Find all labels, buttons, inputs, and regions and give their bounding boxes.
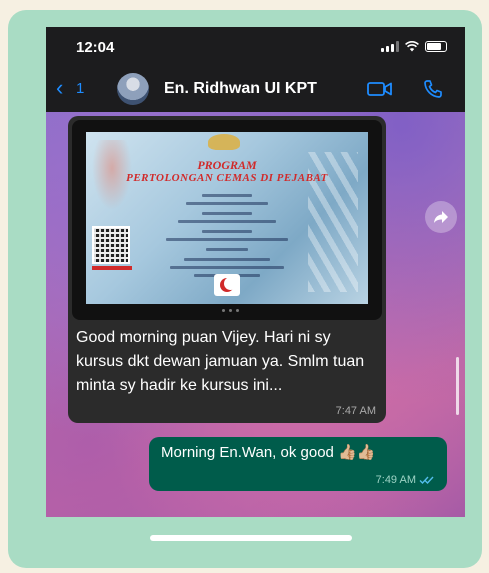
outgoing-message-meta: 7:49 AM [376, 474, 435, 486]
chat-screen: 12:04 ‹ 1 En. Ridhwan UI KPT PROGRAM PER… [46, 27, 465, 517]
video-call-icon[interactable] [367, 81, 393, 97]
home-indicator[interactable] [150, 535, 352, 541]
image-attachment[interactable]: PROGRAM PERTOLONGAN CEMAS DI PEJABAT [72, 120, 382, 320]
status-bar: 12:04 [46, 27, 465, 67]
poster-image: PROGRAM PERTOLONGAN CEMAS DI PEJABAT [86, 132, 368, 304]
double-check-icon [419, 476, 434, 485]
contact-name[interactable]: En. Ridhwan UI KPT [164, 80, 317, 98]
wifi-icon [405, 41, 419, 52]
outgoing-message[interactable]: Morning En.Wan, ok good 👍🏼👍🏼 7:49 AM [149, 437, 447, 491]
forward-icon [434, 211, 448, 223]
chat-header: ‹ 1 En. Ridhwan UI KPT [46, 67, 465, 112]
status-time: 12:04 [76, 39, 115, 56]
outgoing-message-text: Morning En.Wan, ok good 👍🏼👍🏼 [161, 444, 376, 461]
back-chevron-icon[interactable]: ‹ [56, 76, 63, 100]
forward-button[interactable] [425, 201, 457, 233]
status-icons [381, 41, 447, 52]
pagination-dots [222, 309, 239, 312]
incoming-message-text: Good morning puan Vijey. Hari ni sy kurs… [76, 329, 365, 394]
red-crescent-icon [214, 274, 240, 296]
scrollbar[interactable] [456, 357, 459, 415]
phone-call-icon[interactable] [423, 79, 443, 99]
avatar[interactable] [117, 73, 149, 105]
incoming-message[interactable]: PROGRAM PERTOLONGAN CEMAS DI PEJABAT Goo… [68, 116, 386, 423]
incoming-message-time: 7:47 AM [335, 405, 376, 417]
qr-code [92, 226, 130, 264]
crest-icon [208, 134, 240, 150]
battery-icon [425, 41, 447, 52]
signal-icon [381, 41, 399, 52]
outgoing-message-time: 7:49 AM [375, 474, 416, 486]
poster-subtitle: PERTOLONGAN CEMAS DI PEJABAT [126, 172, 328, 184]
poster-title: PROGRAM [197, 158, 257, 172]
unread-count[interactable]: 1 [76, 80, 84, 97]
